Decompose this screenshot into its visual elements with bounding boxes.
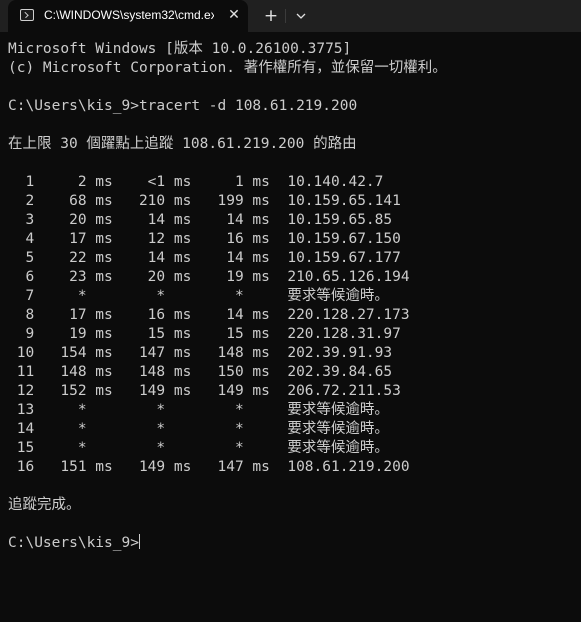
hop-row: 10 154 ms 147 ms 148 ms 202.39.91.93: [8, 345, 393, 361]
console-line: (c) Microsoft Corporation. 著作權所有，並保留一切權利…: [8, 60, 447, 76]
tab-title: C:\WINDOWS\system32\cmd.exe: [44, 8, 214, 22]
title-bar: C:\WINDOWS\system32\cmd.exe ✕ +: [0, 0, 581, 32]
hop-row: 9 19 ms 15 ms 15 ms 220.128.31.97: [8, 326, 401, 342]
hop-row: 13 * * * 要求等候逾時。: [8, 402, 389, 418]
close-icon[interactable]: ✕: [225, 6, 243, 24]
hop-row: 3 20 ms 14 ms 14 ms 10.159.65.85: [8, 212, 393, 228]
chevron-down-icon[interactable]: [290, 5, 312, 27]
hop-row: 1 2 ms <1 ms 1 ms 10.140.42.7: [8, 174, 384, 190]
console-line: 在上限 30 個躍點上追蹤 108.61.219.200 的路由: [8, 136, 357, 152]
prompt-text: C:\Users\kis_9>: [8, 535, 139, 551]
hop-row: 14 * * * 要求等候逾時。: [8, 421, 389, 437]
hop-row: 6 23 ms 20 ms 19 ms 210.65.126.194: [8, 269, 410, 285]
console-line: Microsoft Windows [版本 10.0.26100.3775]: [8, 41, 352, 57]
console-line: 追蹤完成。: [8, 497, 81, 513]
console-line: C:\Users\kis_9>tracert -d 108.61.219.200: [8, 98, 358, 114]
terminal-tab[interactable]: C:\WINDOWS\system32\cmd.exe ✕: [8, 0, 248, 32]
hop-row: 5 22 ms 14 ms 14 ms 10.159.67.177: [8, 250, 401, 266]
terminal-icon: [20, 9, 34, 21]
command-prompt[interactable]: C:\Users\kis_9>: [8, 534, 581, 553]
hop-row: 8 17 ms 16 ms 14 ms 220.128.27.173: [8, 307, 410, 323]
hop-row: 11 148 ms 148 ms 150 ms 202.39.84.65: [8, 364, 393, 380]
hop-row: 2 68 ms 210 ms 199 ms 10.159.65.141: [8, 193, 401, 209]
hop-row: 12 152 ms 149 ms 149 ms 206.72.211.53: [8, 383, 401, 399]
text-cursor: [138, 534, 140, 549]
hop-row: 15 * * * 要求等候逾時。: [8, 440, 389, 456]
hop-row: 16 151 ms 149 ms 147 ms 108.61.219.200: [8, 459, 410, 475]
console-output[interactable]: Microsoft Windows [版本 10.0.26100.3775] (…: [0, 32, 581, 622]
hop-row: 7 * * * 要求等候逾時。: [8, 288, 389, 304]
hop-row: 4 17 ms 12 ms 16 ms 10.159.67.150: [8, 231, 401, 247]
plus-icon[interactable]: +: [260, 5, 282, 27]
toolbar-divider: [285, 9, 286, 23]
